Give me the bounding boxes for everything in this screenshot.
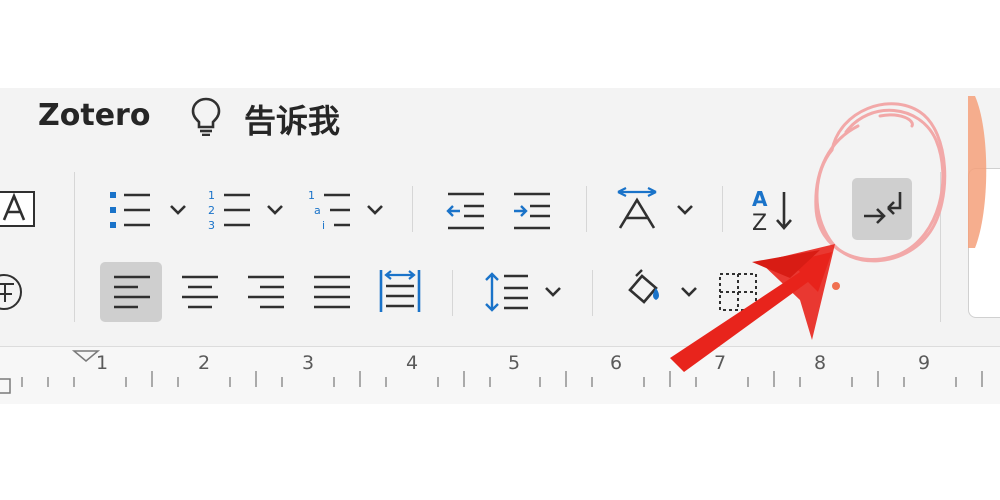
tell-me-label[interactable]: 告诉我	[244, 96, 340, 142]
multilevel-list-icon[interactable]: 1 a i	[306, 188, 390, 232]
svg-text:3: 3	[208, 219, 215, 232]
svg-text:1: 1	[208, 189, 215, 202]
group-separator	[722, 186, 723, 232]
group-separator	[592, 270, 593, 316]
word-ribbon-screenshot: Zotero 告诉我 1 2 3 1 a i A Z 1 2 3 4 5 6 7…	[0, 0, 1000, 500]
character-border-icon[interactable]	[0, 272, 30, 312]
group-separator	[940, 172, 941, 322]
text-box-icon[interactable]	[0, 188, 40, 232]
ruler-number: 5	[508, 352, 521, 374]
sort-icon[interactable]: A Z	[748, 186, 802, 234]
line-break-icon[interactable]	[860, 186, 906, 232]
align-right-icon[interactable]	[246, 274, 286, 310]
borders-icon[interactable]	[716, 270, 776, 314]
numbering-icon[interactable]: 1 2 3	[206, 188, 290, 232]
ruler-number: 4	[406, 352, 419, 374]
svg-text:Z: Z	[752, 211, 767, 234]
ruler-number: 6	[610, 352, 623, 374]
shading-icon[interactable]	[622, 268, 706, 312]
asian-layout-icon[interactable]	[614, 186, 698, 232]
decrease-indent-icon[interactable]	[444, 188, 488, 232]
group-separator	[412, 186, 413, 232]
bullets-icon[interactable]	[106, 188, 190, 232]
tab-zotero[interactable]: Zotero	[38, 98, 150, 133]
svg-text:1: 1	[308, 189, 315, 202]
align-left-icon[interactable]	[112, 274, 152, 310]
svg-text:2: 2	[208, 204, 215, 217]
group-separator	[74, 172, 75, 322]
svg-text:a: a	[314, 204, 321, 217]
justify-icon[interactable]	[312, 274, 352, 310]
distributed-icon[interactable]	[378, 268, 424, 314]
ruler-number: 7	[714, 352, 727, 374]
line-spacing-icon[interactable]	[482, 270, 566, 314]
ruler-number: 3	[302, 352, 315, 374]
align-center-icon[interactable]	[180, 274, 220, 310]
lightbulb-icon[interactable]	[188, 96, 224, 141]
ruler-number: 9	[918, 352, 931, 374]
ruler-number: 1	[96, 352, 109, 374]
ruler-number: 2	[198, 352, 211, 374]
svg-text:i: i	[322, 219, 325, 232]
styles-gallery-edge[interactable]	[968, 168, 1000, 318]
horizontal-ruler[interactable]	[0, 346, 1000, 405]
document-area[interactable]	[0, 404, 1000, 500]
increase-indent-icon[interactable]	[510, 188, 554, 232]
group-separator	[586, 186, 587, 232]
group-separator	[452, 270, 453, 316]
svg-text:A: A	[752, 187, 768, 211]
ruler-number: 8	[814, 352, 827, 374]
